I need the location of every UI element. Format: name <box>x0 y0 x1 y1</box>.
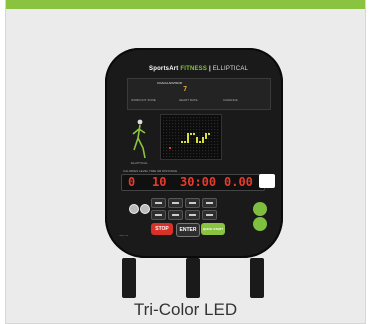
program-key-3[interactable] <box>185 198 200 208</box>
profile-matrix-display <box>160 114 222 160</box>
row-label-hr: HEART RATE <box>179 98 198 102</box>
stand-leg-right <box>250 258 264 298</box>
time-value: 30:00 <box>180 175 217 189</box>
stand-leg-center <box>186 258 200 298</box>
brand-logo: SportsArt FITNESS | ELLIPTICAL <box>149 66 249 72</box>
info-tag <box>259 174 275 188</box>
row-label-cadence: CADENCE <box>223 98 238 102</box>
lcd-readout: 0 10 30:00 0.00 <box>121 174 265 191</box>
program-key-2[interactable] <box>168 198 183 208</box>
coach-advisor-label: COACH ADVISOR <box>157 81 183 85</box>
calories-value: 0 <box>128 175 136 189</box>
elliptical-console: SportsArt FITNESS | ELLIPTICAL COACH ADV… <box>105 48 283 258</box>
level-down-button[interactable] <box>253 217 267 231</box>
product-card: SportsArt FITNESS | ELLIPTICAL COACH ADV… <box>5 0 366 324</box>
caption: Tri-Color LED <box>133 300 238 319</box>
stop-button[interactable]: STOP <box>151 223 173 235</box>
distance-value: 0.00 <box>224 175 253 189</box>
warning-text: CAUTION <box>119 235 128 237</box>
coach-digit: 7 <box>183 85 188 93</box>
lcd-labels: CALORIES LEVEL TIME HR DISTANCE <box>123 169 178 173</box>
runner-label: ELLIPTICAL <box>131 161 148 165</box>
quick-start-button[interactable]: QUICK START <box>201 223 225 235</box>
row-label-zone: WORKOUT ZONE <box>131 98 156 102</box>
coach-panel <box>127 78 271 110</box>
program-key-7[interactable] <box>185 210 200 220</box>
volume-up-button[interactable] <box>140 204 150 214</box>
program-key-4[interactable] <box>202 198 217 208</box>
program-key-1[interactable] <box>151 198 166 208</box>
volume-down-button[interactable] <box>129 204 139 214</box>
level-up-button[interactable] <box>253 202 267 216</box>
level-value: 10 <box>152 175 167 189</box>
stand-leg-left <box>122 258 136 298</box>
runner-icon <box>132 119 146 159</box>
accent-bar <box>6 0 365 9</box>
program-key-8[interactable] <box>202 210 217 220</box>
program-key-6[interactable] <box>168 210 183 220</box>
program-key-5[interactable] <box>151 210 166 220</box>
